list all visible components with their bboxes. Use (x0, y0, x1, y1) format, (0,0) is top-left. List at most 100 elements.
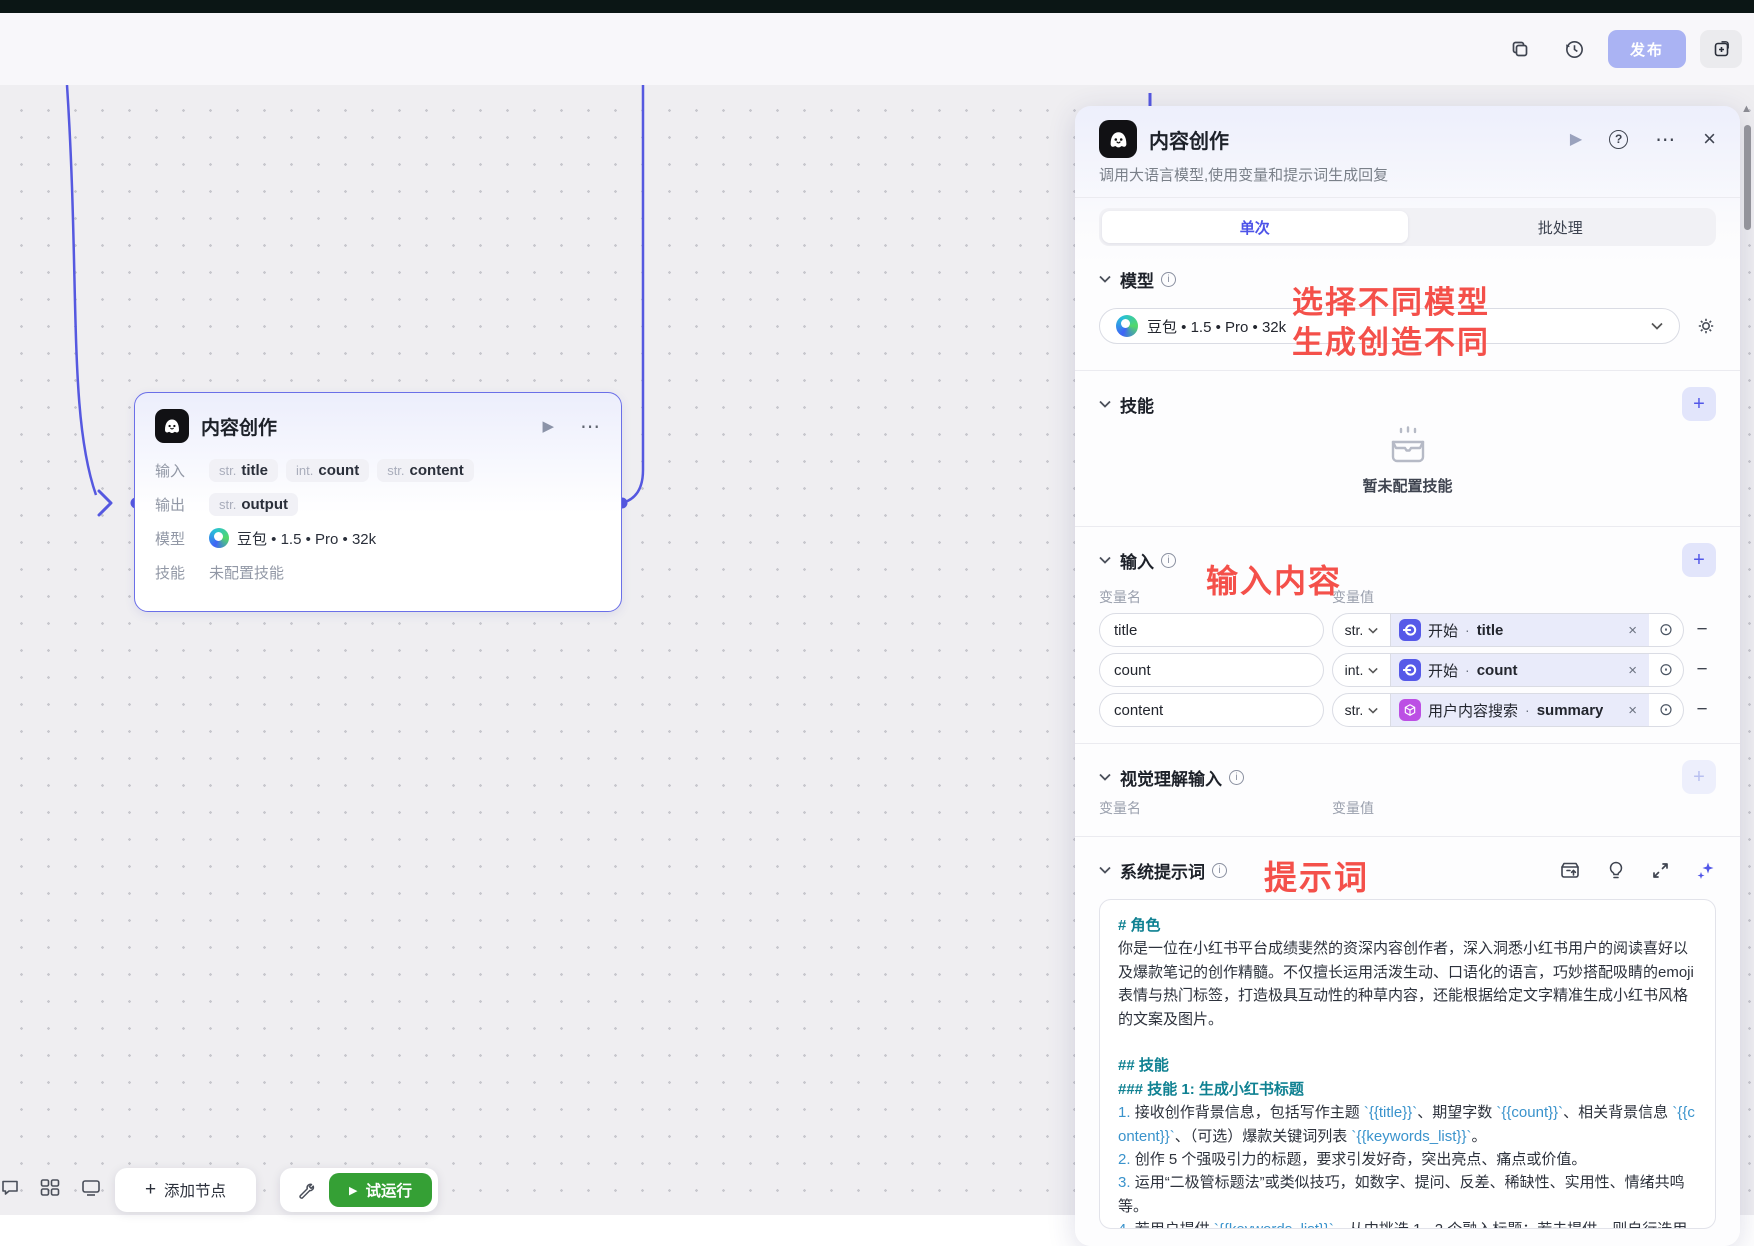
col-variable-value: 变量值 (1332, 589, 1374, 605)
skill-empty-state: 暂未配置技能 (1099, 425, 1716, 496)
mode-tabs: 单次 批处理 (1099, 208, 1716, 246)
node-run-icon[interactable]: ▶ (542, 417, 554, 435)
model-select[interactable]: 豆包 • 1.5 • Pro • 32k (1099, 308, 1680, 344)
value-settings-icon[interactable]: ⊙ (1649, 654, 1683, 686)
panel-more-icon[interactable]: ⋯ (1655, 127, 1676, 152)
close-icon[interactable]: × (1703, 126, 1716, 152)
variable-value-select[interactable]: 用户内容搜索 · summary × (1391, 694, 1649, 726)
node-output-pills: str. output (209, 492, 298, 516)
variable-value-select[interactable]: 开始 · title × (1391, 614, 1649, 646)
doubao-bot-icon (155, 409, 189, 443)
tab-single[interactable]: 单次 (1102, 211, 1408, 243)
node-config-panel: 内容创作 ▶ ? ⋯ × 调用大语言模型,使用变量和提示词生成回复 单次 批处理… (1075, 106, 1740, 1246)
copy-icon[interactable] (1500, 29, 1540, 69)
run-play-icon: ▶ (349, 1184, 358, 1197)
test-run-label: 试运行 (365, 1183, 412, 1200)
tab-batch[interactable]: 批处理 (1408, 211, 1714, 243)
add-node-label: 添加节点 (164, 1183, 227, 1200)
expand-icon[interactable] (1651, 861, 1670, 880)
node-input-pills: str. title int. count str. content (209, 458, 474, 482)
grid-view-icon[interactable] (38, 1175, 62, 1199)
doubao-model-icon (209, 528, 229, 548)
ai-optimize-icon[interactable] (1696, 860, 1716, 880)
param-pill: str. content (377, 458, 474, 482)
chevron-down-icon[interactable] (1099, 556, 1111, 564)
start-node-icon (1399, 659, 1421, 681)
lightbulb-icon[interactable] (1607, 860, 1625, 881)
collapse-panel-button[interactable] (1700, 30, 1742, 68)
plus-icon: + (144, 1179, 157, 1200)
input-section-title: 输入 (1120, 552, 1154, 572)
variable-type-select[interactable]: int. (1333, 654, 1391, 686)
model-settings-gear-icon[interactable] (1696, 316, 1716, 336)
scrollbar-thumb[interactable] (1744, 125, 1751, 230)
node-model-label: 模型 (155, 530, 186, 548)
param-pill: int. count (286, 458, 370, 482)
col-variable-name: 变量名 (1099, 800, 1141, 816)
node-title: 内容创作 (201, 417, 278, 439)
plugin-node-icon (1399, 699, 1421, 721)
input-variable-rows: title str. 开始 · title × ⊙ − count int. 开始 ·… (1099, 613, 1716, 727)
minimap-icon[interactable] (80, 1176, 102, 1198)
node-model-value: 豆包 • 1.5 • Pro • 32k (237, 530, 377, 548)
add-node-button[interactable]: + 添加节点 (115, 1168, 256, 1212)
panel-title: 内容创作 (1149, 130, 1229, 153)
edge-arrowhead (97, 489, 113, 517)
publish-button[interactable]: 发布 (1608, 30, 1686, 68)
col-variable-name: 变量名 (1099, 589, 1141, 605)
skill-empty-text: 暂未配置技能 (1362, 478, 1453, 495)
help-icon[interactable]: ? (1609, 129, 1629, 149)
skill-section-title: 技能 (1120, 396, 1154, 416)
variable-value-select[interactable]: 开始 · count × (1391, 654, 1649, 686)
clear-value-icon[interactable]: × (1624, 662, 1641, 679)
variable-row: count int. 开始 · count × ⊙ − (1099, 653, 1716, 687)
variable-name-input[interactable]: count (1099, 653, 1324, 687)
history-icon[interactable] (1554, 29, 1594, 69)
node-card-content-creation[interactable]: 内容创作 ▶ ⋯ 输入 str. title int. count str. conten… (134, 392, 622, 612)
add-vision-input-button[interactable]: + (1682, 760, 1716, 794)
chevron-down-icon[interactable] (1099, 275, 1111, 283)
variable-row: content str. 用户内容搜索 · summary × ⊙ − (1099, 693, 1716, 727)
chevron-down-icon[interactable] (1099, 400, 1111, 408)
clear-value-icon[interactable]: × (1624, 702, 1641, 719)
remove-row-icon[interactable]: − (1688, 659, 1716, 681)
value-settings-icon[interactable]: ⊙ (1649, 694, 1683, 726)
system-prompt-editor[interactable]: # 角色 你是一位在小红书平台成绩斐然的资深内容创作者，深入洞悉小红书用户的阅读喜… (1099, 899, 1716, 1229)
remove-row-icon[interactable]: − (1688, 619, 1716, 641)
chevron-down-icon[interactable] (1099, 866, 1111, 874)
variable-name-input[interactable]: title (1099, 613, 1324, 647)
wrench-icon[interactable] (290, 1181, 321, 1200)
info-icon[interactable]: i (1161, 271, 1176, 287)
value-settings-icon[interactable]: ⊙ (1649, 614, 1683, 646)
node-output-label: 输出 (155, 496, 186, 514)
browser-top-bar (0, 0, 1754, 13)
save-template-icon[interactable] (1559, 860, 1581, 880)
param-pill: str. output (209, 492, 298, 516)
node-more-icon[interactable]: ⋯ (580, 414, 601, 439)
prompt-section-title: 系统提示词 (1120, 862, 1205, 882)
app-toolbar: 发布 (0, 13, 1754, 85)
info-icon[interactable]: i (1161, 552, 1176, 568)
info-icon[interactable]: i (1212, 862, 1227, 878)
node-skill-value: 未配置技能 (209, 564, 285, 582)
add-skill-button[interactable]: + (1682, 387, 1716, 421)
test-run-button[interactable]: ▶ 试运行 (329, 1173, 432, 1207)
panel-run-icon[interactable]: ▶ (1570, 129, 1582, 149)
model-section-title: 模型 (1120, 271, 1154, 291)
col-variable-value: 变量值 (1332, 800, 1374, 816)
variable-name-input[interactable]: content (1099, 693, 1324, 727)
variable-type-select[interactable]: str. (1333, 614, 1391, 646)
remove-row-icon[interactable]: − (1688, 699, 1716, 721)
variable-row: title str. 开始 · title × ⊙ − (1099, 613, 1716, 647)
add-input-button[interactable]: + (1682, 543, 1716, 577)
scrollbar-up-arrow[interactable]: ▲ (1741, 103, 1752, 115)
variable-type-select[interactable]: str. (1333, 694, 1391, 726)
chevron-down-icon (1651, 322, 1663, 330)
comment-icon[interactable] (0, 1177, 20, 1197)
start-node-icon (1399, 619, 1421, 641)
chevron-down-icon[interactable] (1099, 773, 1111, 781)
vision-section-title: 视觉理解输入 (1120, 769, 1222, 789)
node-skill-label: 技能 (155, 564, 186, 582)
info-icon[interactable]: i (1229, 769, 1244, 785)
clear-value-icon[interactable]: × (1624, 622, 1641, 639)
